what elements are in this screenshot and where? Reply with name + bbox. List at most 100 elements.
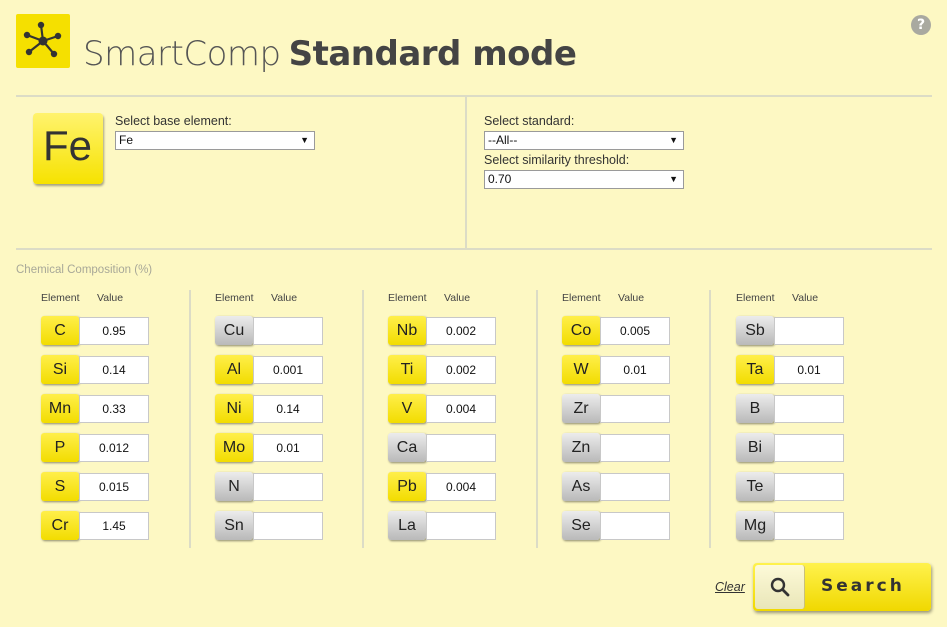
element-value-te[interactable]: [774, 473, 844, 501]
element-badge-n[interactable]: N: [215, 472, 253, 501]
element-badge-as[interactable]: As: [562, 472, 600, 501]
element-value-pb[interactable]: 0.004: [426, 473, 496, 501]
element-badge-b[interactable]: B: [736, 394, 774, 423]
element-value-ta[interactable]: 0.01: [774, 356, 844, 384]
element-value-zn[interactable]: [600, 434, 670, 462]
column-header-value: Value: [444, 292, 471, 304]
element-badge-la[interactable]: La: [388, 511, 426, 540]
element-value-cu[interactable]: [253, 317, 323, 345]
element-value-bi[interactable]: [774, 434, 844, 462]
base-element-symbol: Fe: [43, 122, 93, 169]
element-value-se[interactable]: [600, 512, 670, 540]
element-value-zr[interactable]: [600, 395, 670, 423]
element-row-p: P 0.012: [41, 433, 151, 464]
element-badge-te[interactable]: Te: [736, 472, 774, 501]
element-row-co: Co 0.005: [562, 316, 672, 347]
divider: [16, 95, 932, 97]
element-row-bi: Bi: [736, 433, 846, 464]
element-badge-c[interactable]: C: [41, 316, 79, 345]
element-value-v[interactable]: 0.004: [426, 395, 496, 423]
element-value-ti[interactable]: 0.002: [426, 356, 496, 384]
search-button[interactable]: Search: [753, 563, 931, 611]
element-value-mo[interactable]: 0.01: [253, 434, 323, 462]
base-element-value: Fe: [119, 133, 134, 147]
element-badge-co[interactable]: Co: [562, 316, 600, 345]
element-value-b[interactable]: [774, 395, 844, 423]
element-value-mn[interactable]: 0.33: [79, 395, 149, 423]
element-value-ca[interactable]: [426, 434, 496, 462]
element-badge-se[interactable]: Se: [562, 511, 600, 540]
element-badge-sn[interactable]: Sn: [215, 511, 253, 540]
element-row-se: Se: [562, 511, 672, 542]
element-row-s: S 0.015: [41, 472, 151, 503]
element-badge-ta[interactable]: Ta: [736, 355, 774, 384]
standard-select[interactable]: --All-- ▼: [484, 131, 684, 150]
element-badge-al[interactable]: Al: [215, 355, 253, 384]
element-row-zr: Zr: [562, 394, 672, 425]
element-value-c[interactable]: 0.95: [79, 317, 149, 345]
standard-label: Select standard:: [484, 114, 575, 128]
help-icon[interactable]: ?: [911, 15, 931, 35]
element-badge-p[interactable]: P: [41, 433, 79, 462]
element-badge-bi[interactable]: Bi: [736, 433, 774, 462]
element-value-ni[interactable]: 0.14: [253, 395, 323, 423]
element-badge-cu[interactable]: Cu: [215, 316, 253, 345]
element-value-la[interactable]: [426, 512, 496, 540]
clear-link[interactable]: Clear: [715, 580, 745, 594]
element-badge-ca[interactable]: Ca: [388, 433, 426, 462]
element-value-sb[interactable]: [774, 317, 844, 345]
base-element-select[interactable]: Fe ▼: [115, 131, 315, 150]
element-badge-cr[interactable]: Cr: [41, 511, 79, 540]
element-badge-mg[interactable]: Mg: [736, 511, 774, 540]
element-badge-pb[interactable]: Pb: [388, 472, 426, 501]
element-value-mg[interactable]: [774, 512, 844, 540]
element-value-cr[interactable]: 1.45: [79, 512, 149, 540]
search-icon-box: [755, 565, 805, 609]
element-row-ca: Ca: [388, 433, 498, 464]
threshold-select[interactable]: 0.70 ▼: [484, 170, 684, 189]
element-row-la: La: [388, 511, 498, 542]
element-row-cu: Cu: [215, 316, 325, 347]
column-header-value: Value: [97, 292, 124, 304]
element-value-n[interactable]: [253, 473, 323, 501]
element-badge-mn[interactable]: Mn: [41, 394, 79, 423]
dropdown-arrow-icon: ▼: [669, 135, 678, 145]
element-badge-ti[interactable]: Ti: [388, 355, 426, 384]
element-value-nb[interactable]: 0.002: [426, 317, 496, 345]
column-header-element: Element: [41, 292, 80, 304]
element-badge-zn[interactable]: Zn: [562, 433, 600, 462]
search-label: Search: [821, 576, 905, 596]
element-badge-s[interactable]: S: [41, 472, 79, 501]
element-row-cr: Cr 1.45: [41, 511, 151, 542]
element-value-si[interactable]: 0.14: [79, 356, 149, 384]
element-value-co[interactable]: 0.005: [600, 317, 670, 345]
element-badge-v[interactable]: V: [388, 394, 426, 423]
element-badge-sb[interactable]: Sb: [736, 316, 774, 345]
element-badge-zr[interactable]: Zr: [562, 394, 600, 423]
element-value-p[interactable]: 0.012: [79, 434, 149, 462]
element-value-w[interactable]: 0.01: [600, 356, 670, 384]
element-value-as[interactable]: [600, 473, 670, 501]
element-badge-si[interactable]: Si: [41, 355, 79, 384]
element-badge-nb[interactable]: Nb: [388, 316, 426, 345]
element-badge-w[interactable]: W: [562, 355, 600, 384]
element-value-sn[interactable]: [253, 512, 323, 540]
element-badge-mo[interactable]: Mo: [215, 433, 253, 462]
page-title: SmartComp Standard mode: [83, 34, 577, 74]
column-divider: [362, 290, 364, 548]
threshold-value: 0.70: [488, 172, 512, 186]
column-header-element: Element: [388, 292, 427, 304]
element-row-w: W 0.01: [562, 355, 672, 386]
element-value-s[interactable]: 0.015: [79, 473, 149, 501]
brand-name: SmartComp: [83, 34, 281, 74]
element-badge-ni[interactable]: Ni: [215, 394, 253, 423]
element-value-al[interactable]: 0.001: [253, 356, 323, 384]
element-row-mn: Mn 0.33: [41, 394, 151, 425]
element-row-mg: Mg: [736, 511, 846, 542]
divider: [16, 248, 932, 250]
base-element-label: Select base element:: [115, 114, 232, 128]
element-row-pb: Pb 0.004: [388, 472, 498, 503]
column-divider: [189, 290, 191, 548]
element-row-al: Al 0.001: [215, 355, 325, 386]
magnifier-icon: [770, 577, 790, 597]
